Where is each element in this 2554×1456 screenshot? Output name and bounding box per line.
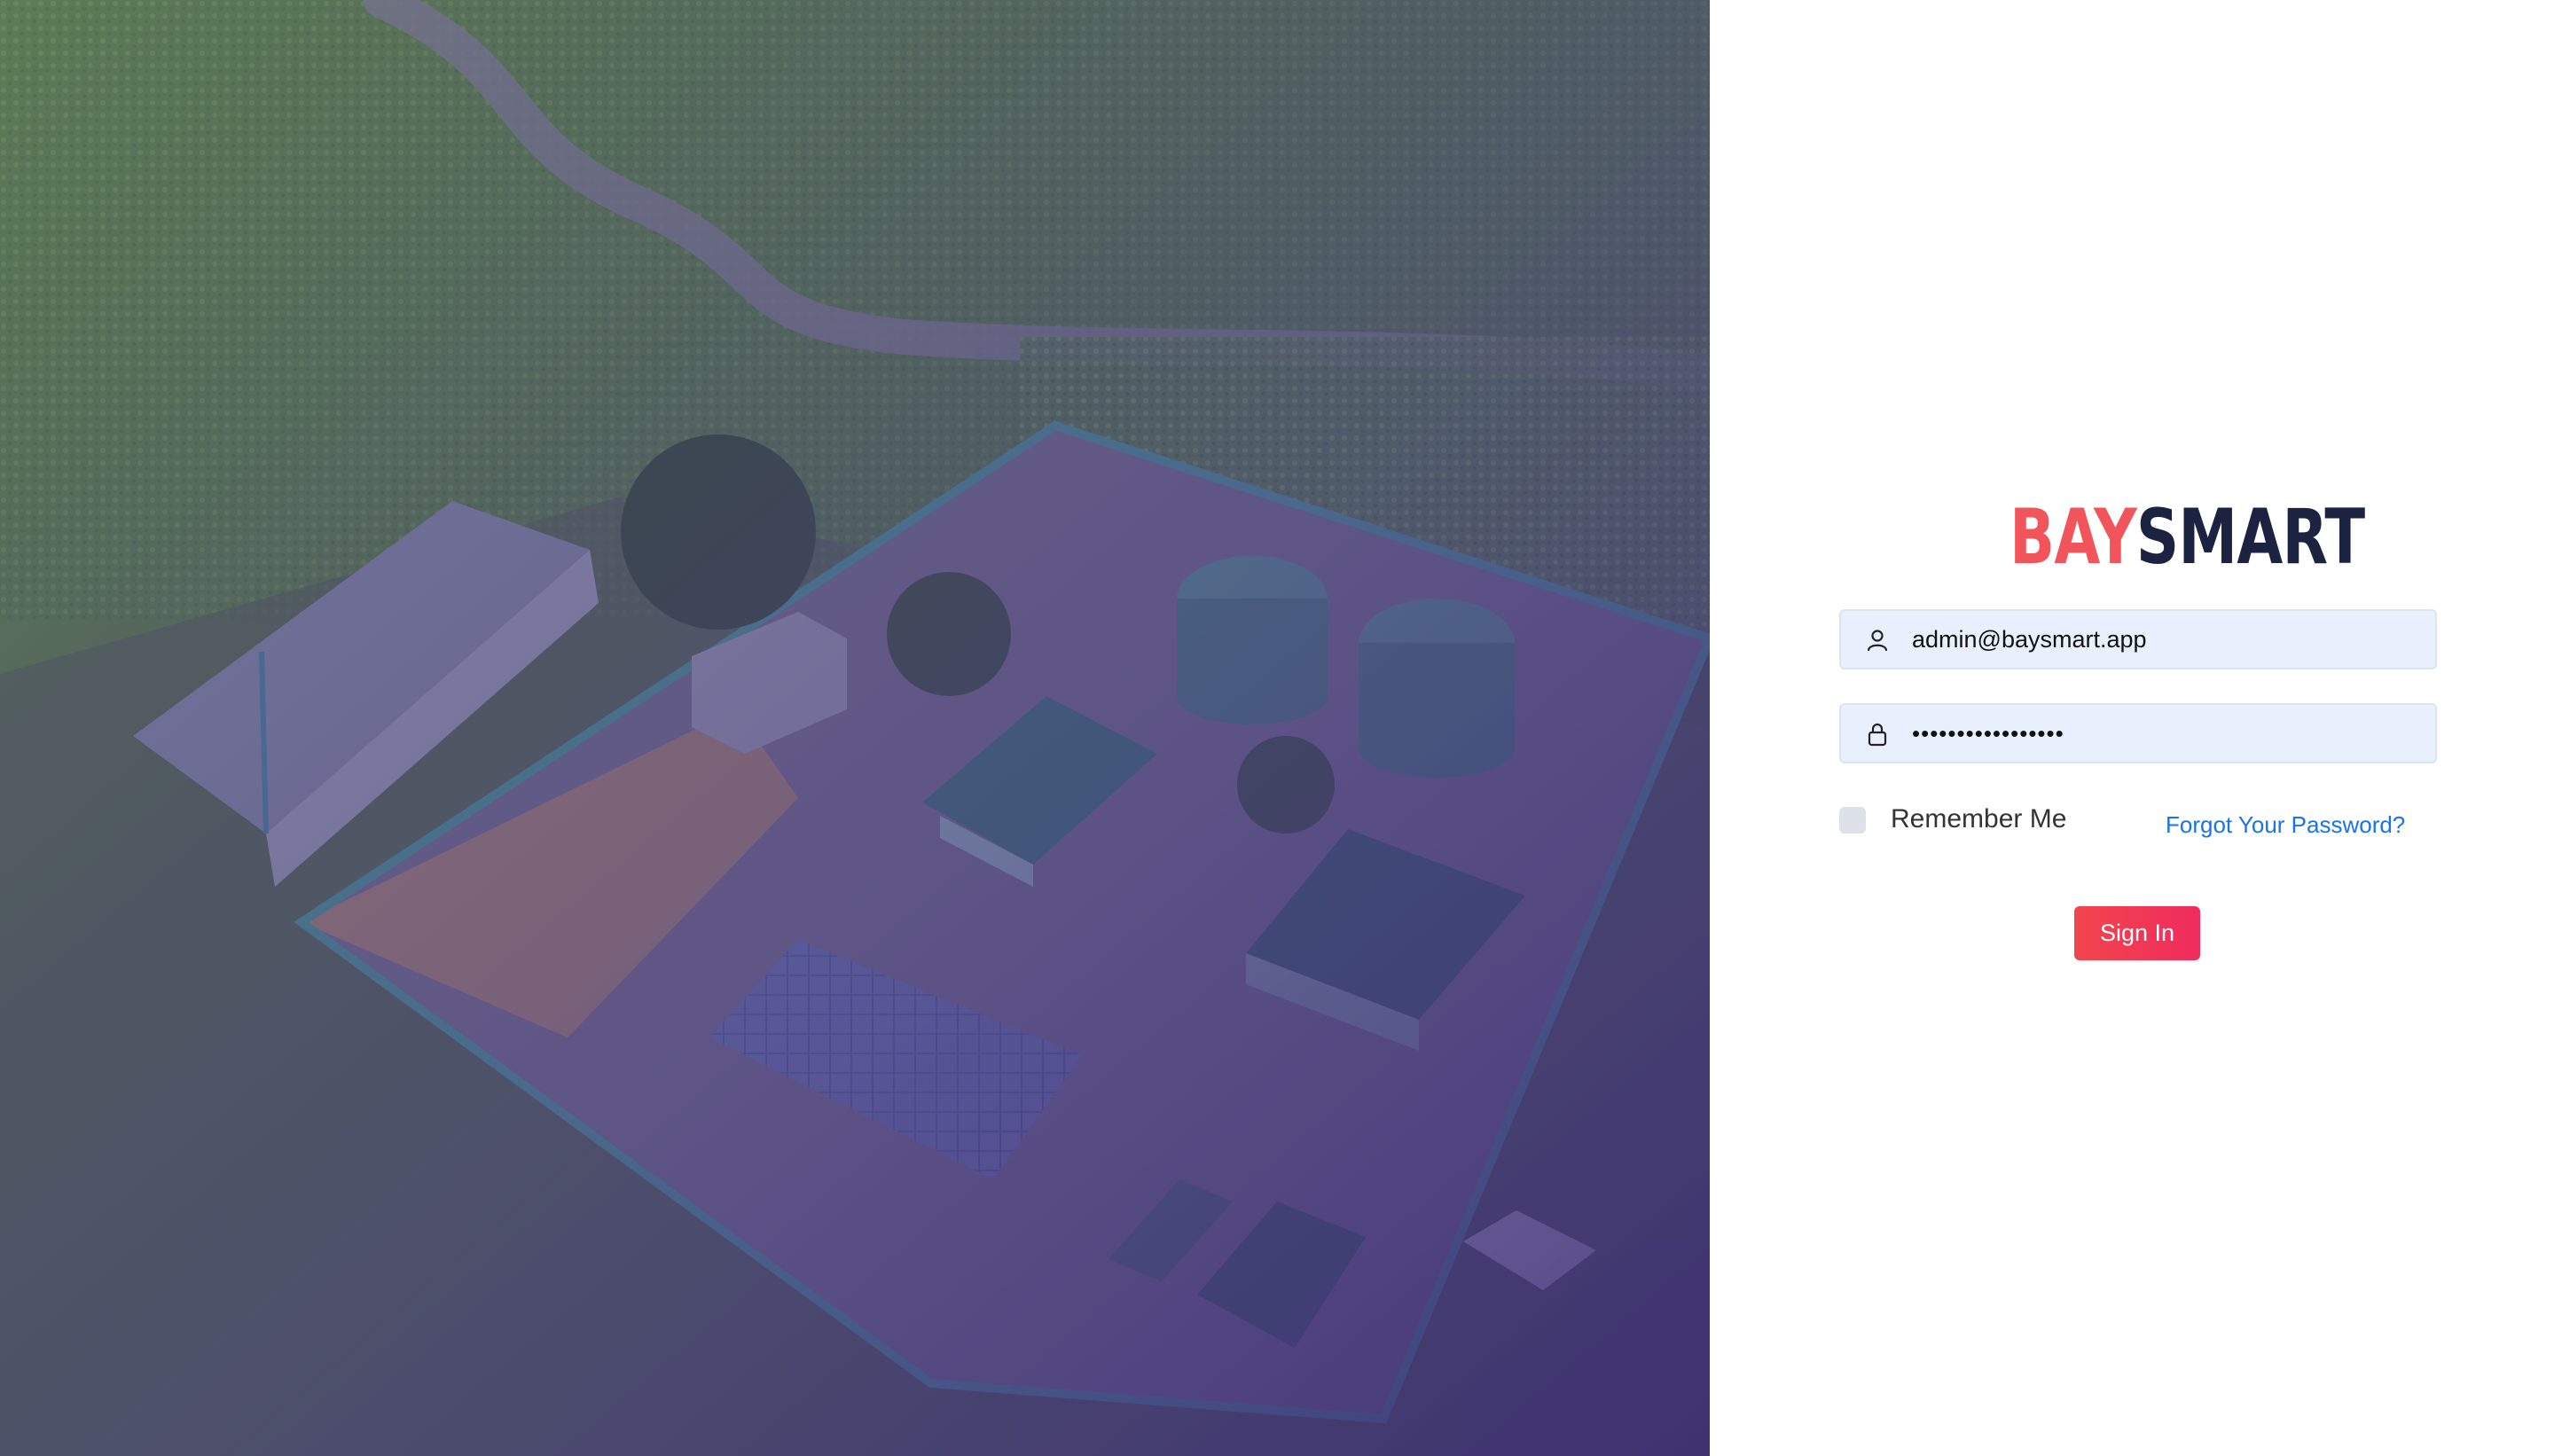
- lock-icon: [1864, 721, 1891, 748]
- user-icon: [1864, 627, 1891, 654]
- email-field[interactable]: admin@baysmart.app: [1839, 609, 2437, 669]
- hero-image: [0, 0, 1710, 1456]
- aerial-photo-illustration: [0, 0, 1710, 1456]
- login-page: BAYSMART admin@baysmart.app ••••••••••••…: [0, 0, 2554, 1456]
- remember-me-checkbox[interactable]: [1839, 807, 1866, 834]
- password-value: •••••••••••••••••: [1912, 720, 2064, 747]
- sign-in-button[interactable]: Sign In: [2074, 906, 2200, 960]
- logo-part-bay: BAY: [2010, 493, 2137, 582]
- login-panel: BAYSMART admin@baysmart.app ••••••••••••…: [1710, 0, 2554, 1456]
- email-value: admin@baysmart.app: [1912, 626, 2147, 653]
- forgot-password-link[interactable]: Forgot Your Password?: [2166, 805, 2405, 844]
- password-field[interactable]: •••••••••••••••••: [1839, 703, 2437, 763]
- baysmart-logo: BAYSMART: [2010, 493, 2365, 582]
- logo-part-smart: SMART: [2135, 493, 2365, 582]
- remember-me-label[interactable]: Remember Me: [1891, 800, 2066, 839]
